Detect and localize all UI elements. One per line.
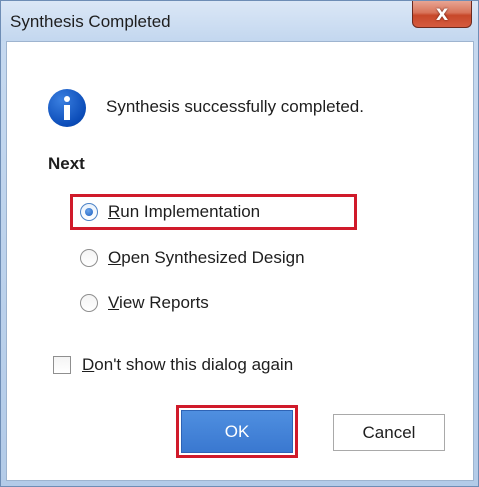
dont-show-again-label: Don't show this dialog again [82,355,294,374]
title-bar[interactable]: Synthesis Completed X [1,1,478,41]
radio-button[interactable] [80,294,98,312]
radio-run-implementation[interactable]: Run Implementation [80,199,260,225]
radio-view-reports[interactable]: View Reports [80,290,209,316]
close-button[interactable]: X [412,1,472,28]
checkbox-box[interactable] [53,356,71,374]
radio-label-view-reports: View Reports [108,293,209,312]
radio-button[interactable] [80,249,98,267]
info-icon [48,89,86,127]
radio-button-checked[interactable] [80,203,98,221]
radio-label-run-implementation: Run Implementation [108,202,261,221]
dialog-title: Synthesis Completed [10,12,171,31]
status-message: Synthesis successfully completed. [106,97,364,116]
close-icon: X [435,4,449,24]
ok-button[interactable]: OK [181,410,293,453]
radio-open-synthesized-design[interactable]: Open Synthesized Design [80,245,305,271]
next-section-label: Next [48,154,85,173]
cancel-button[interactable]: Cancel [333,414,445,451]
radio-label-open-synthesized-design: Open Synthesized Design [108,248,305,267]
dont-show-again-checkbox[interactable]: Don't show this dialog again [53,352,293,378]
